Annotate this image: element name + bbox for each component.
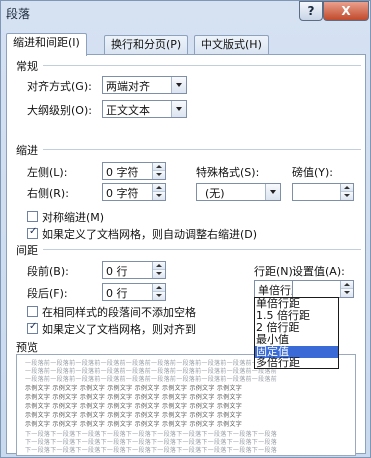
mirror-indent-label: 对称缩进(M) — [42, 211, 105, 224]
spacing-at-spinner[interactable] — [292, 280, 354, 298]
space-after-label: 段后(F): — [27, 287, 68, 300]
line-spacing-dropdown: 单倍行距 1.5 倍行距 2 倍行距 最小值 固定值 多倍行距 — [254, 297, 339, 369]
alignment-label: 对齐方式(G): — [27, 80, 92, 93]
space-before-spinner[interactable]: 0 行 — [102, 261, 166, 279]
preview-sample-line: 示例文字 示例文字 示例文字 示例文字 示例文字 示例文字 示例文字 示例文字 — [25, 385, 243, 392]
paragraph-dialog: 段落 ? X 缩进和间距(I) 换行和分页(P) 中文版式(H) 常规 对齐方式… — [0, 0, 371, 458]
preview-next-paragraph: 下一段落下一段落下一段落下一段落下一段落下一段落下一段落下一段落下一段落下一段落 — [25, 447, 278, 454]
right-indent-spinner[interactable]: 0 字符 — [102, 183, 166, 201]
spacing-heading: 间距 — [16, 244, 38, 257]
preview-prev-paragraph: 一段落前一段落前一段落前一段落前一段落前一段落前一段落前一段落前一段落前一段落前 — [25, 368, 278, 375]
preview-sample-line: 示例文字 示例文字 示例文字 示例文字 示例文字 示例文字 示例文字 示例文字 — [25, 412, 243, 419]
spin-up-icon[interactable] — [153, 184, 165, 192]
special-format-select[interactable]: (无) — [196, 183, 281, 201]
preview-prev-paragraph: 一段落前一段落前一段落前一段落前一段落前一段落前一段落前一段落前一段落前一段落前 — [25, 376, 278, 383]
outline-level-value: 正文文本 — [106, 104, 150, 117]
preview-sample-line: 示例文字 示例文字 示例文字 示例文字 示例文字 示例文字 示例文字 示例文字 — [25, 394, 243, 401]
spin-down-icon[interactable] — [153, 292, 165, 300]
close-button[interactable]: X — [323, 1, 369, 21]
chevron-down-icon[interactable] — [171, 77, 186, 93]
title-bar[interactable]: 段落 ? X — [1, 1, 370, 27]
tab-indent-spacing[interactable]: 缩进和间距(I) — [6, 33, 87, 56]
spin-up-icon[interactable] — [341, 281, 353, 289]
outline-level-label: 大纲级别(O): — [27, 104, 92, 117]
special-format-label: 特殊格式(S): — [196, 166, 260, 179]
alignment-value: 两端对齐 — [106, 80, 150, 93]
preview-sample-line: 示例文字 示例文字 示例文字 示例文字 示例文字 示例文字 示例文字 示例文字 — [25, 403, 243, 410]
spin-down-icon[interactable] — [341, 192, 353, 200]
space-after-spinner[interactable]: 0 行 — [102, 283, 166, 301]
dialog-title: 段落 — [6, 7, 31, 21]
chevron-down-icon[interactable] — [171, 101, 186, 117]
no-space-same-style-checkbox[interactable] — [27, 306, 38, 317]
left-indent-label: 左侧(L): — [27, 166, 68, 179]
tab-line-page-breaks[interactable]: 换行和分页(P) — [104, 35, 189, 55]
spin-up-icon[interactable] — [153, 163, 165, 171]
help-button[interactable]: ? — [299, 1, 323, 21]
chevron-down-icon[interactable] — [265, 184, 280, 200]
indent-by-label: 磅值(Y): — [292, 166, 334, 179]
preview-next-paragraph: 下一段落下一段落下一段落下一段落下一段落下一段落下一段落下一段落下一段落下一段落 — [25, 439, 278, 446]
auto-adjust-indent-label: 如果定义了文档网格，则自动调整右缩进(D) — [42, 228, 258, 241]
preview-sample-line: 示例文字 示例文字 示例文字 示例文字 示例文字 示例文字 示例文字 示例文字 — [25, 421, 243, 428]
spacing-at-label: 设置值(A): — [292, 265, 345, 278]
spin-down-icon[interactable] — [341, 289, 353, 297]
left-indent-spinner[interactable]: 0 字符 — [102, 162, 166, 180]
indent-heading: 缩进 — [16, 144, 38, 157]
right-indent-label: 右侧(R): — [27, 187, 69, 200]
spin-down-icon[interactable] — [153, 270, 165, 278]
preview-box: 一段落前一段落前一段落前一段落前一段落前一段落前一段落前一段落前一段落前一段落前… — [16, 354, 356, 456]
auto-adjust-indent-checkbox[interactable]: ✓ — [27, 226, 38, 239]
check-icon: ✓ — [29, 321, 38, 332]
spacing-divider — [43, 249, 361, 250]
tab-strip: 缩进和间距(I) 换行和分页(P) 中文版式(H) — [6, 33, 366, 56]
preview-next-paragraph: 下一段落下一段落下一段落下一段落下一段落下一段落下一段落下一段落下一段落下一段落 — [25, 431, 278, 438]
spin-up-icon[interactable] — [153, 284, 165, 292]
spin-up-icon[interactable] — [341, 184, 353, 192]
left-indent-value: 0 字符 — [106, 166, 139, 179]
line-spacing-label: 行距(N): — [254, 265, 297, 278]
indent-divider — [43, 149, 361, 150]
no-space-same-style-label: 在相同样式的段落间不添加空格 — [42, 306, 196, 319]
snap-to-grid-label: 如果定义了文档网格，则对齐到 — [42, 323, 196, 336]
snap-to-grid-checkbox[interactable]: ✓ — [27, 321, 38, 334]
space-before-label: 段前(B): — [27, 265, 69, 278]
check-icon: ✓ — [29, 226, 38, 237]
space-before-value: 0 行 — [106, 265, 128, 278]
alignment-select[interactable]: 两端对齐 — [102, 76, 187, 94]
outline-level-select[interactable]: 正文文本 — [102, 100, 187, 118]
special-format-value: (无) — [205, 187, 225, 200]
mirror-indent-checkbox[interactable] — [27, 211, 38, 222]
space-after-value: 0 行 — [106, 287, 128, 300]
line-spacing-option-multiple[interactable]: 多倍行距 — [255, 357, 338, 369]
general-heading: 常规 — [16, 60, 38, 73]
preview-heading: 预览 — [16, 341, 38, 354]
preview-prev-paragraph: 一段落前一段落前一段落前一段落前一段落前一段落前一段落前一段落前一段落前一段落前 — [25, 360, 278, 367]
general-divider — [43, 65, 361, 66]
spin-up-icon[interactable] — [153, 262, 165, 270]
spin-down-icon[interactable] — [153, 192, 165, 200]
spin-down-icon[interactable] — [153, 171, 165, 179]
right-indent-value: 0 字符 — [106, 187, 139, 200]
indent-by-spinner[interactable] — [292, 183, 354, 201]
tab-asian-typography[interactable]: 中文版式(H) — [194, 35, 269, 55]
